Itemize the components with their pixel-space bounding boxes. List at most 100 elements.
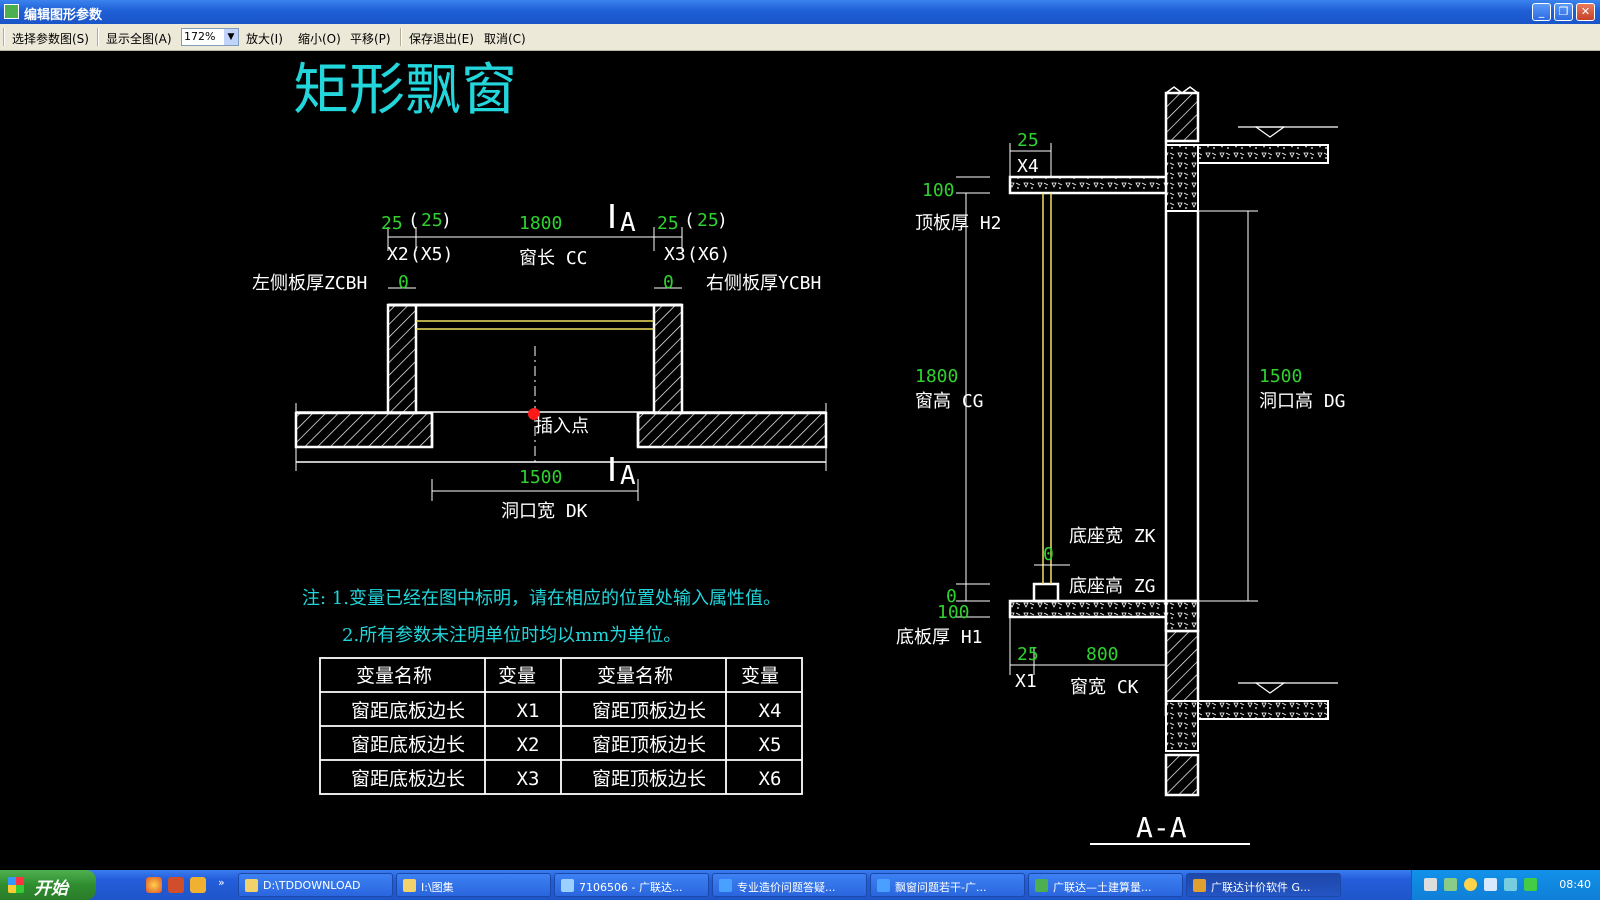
network-icon[interactable]	[1484, 878, 1497, 891]
window-height-label: 窗高 CG	[915, 391, 984, 412]
x2-value[interactable]: 25	[381, 213, 403, 234]
left-thickness-value[interactable]: 0	[398, 272, 409, 293]
table-header-var-2: 变量	[741, 665, 779, 687]
top-thickness-value[interactable]: 100	[922, 180, 955, 201]
browser-icon[interactable]	[146, 877, 162, 893]
bottom-thickness-value[interactable]: 100	[937, 602, 970, 623]
chevron-left-icon[interactable]	[1464, 878, 1477, 891]
opening-height-label: 洞口高 DG	[1259, 391, 1346, 412]
zoom-out-button[interactable]: 缩小(O)	[298, 30, 341, 47]
start-label: 开始	[34, 879, 68, 899]
task-label: 7106506 - 广联达...	[579, 881, 683, 894]
x2-label: X2	[387, 244, 409, 265]
chevron-right-icon[interactable]: »	[218, 876, 225, 889]
window-length-label: 窗长 CC	[519, 248, 588, 269]
table-cell: X4	[759, 700, 782, 722]
restore-button[interactable]: ❐	[1554, 3, 1573, 21]
x1-value[interactable]: 25	[1017, 644, 1039, 665]
table-cell: X6	[759, 768, 782, 790]
window-title: 编辑图形参数	[24, 8, 103, 23]
x4-value[interactable]: 25	[1017, 130, 1039, 151]
opening-width-value[interactable]: 1500	[519, 467, 562, 488]
window-height-value[interactable]: 1800	[915, 366, 958, 387]
x3-label: X3	[664, 244, 686, 265]
network-icon[interactable]	[1504, 878, 1517, 891]
top-thickness-label: 顶板厚 H2	[915, 213, 1002, 234]
task-label: 飘窗问题若干-广...	[895, 881, 987, 894]
folder-icon	[403, 879, 416, 892]
start-button[interactable]: 开始	[0, 870, 96, 900]
app-icon	[4, 4, 19, 19]
right-thickness-value[interactable]: 0	[663, 272, 674, 293]
task-button[interactable]: D:\TDDOWNLOAD	[238, 873, 393, 897]
zoom-select[interactable]: 172% ▼	[181, 28, 239, 46]
usb-icon[interactable]	[1444, 878, 1457, 891]
right-thickness-label: 右侧板厚YCBH	[706, 273, 821, 294]
toolbar: 选择参数图(S) 显示全图(A) 172% ▼ 放大(I) 缩小(O) 平移(P…	[0, 24, 1600, 51]
section-mark-top: A	[620, 208, 636, 238]
base-height-label: 底座高 ZG	[1069, 576, 1156, 597]
chevron-down-icon[interactable]: ▼	[224, 29, 238, 45]
zoom-value: 172%	[184, 30, 216, 43]
app-icon	[1035, 879, 1048, 892]
window-length-value[interactable]: 1800	[519, 213, 562, 234]
x5-value[interactable]: 25	[421, 210, 443, 231]
select-param-button[interactable]: 选择参数图(S)	[12, 30, 89, 47]
x3-value[interactable]: 25	[657, 213, 679, 234]
table-cell: X5	[759, 734, 782, 756]
section-view	[956, 86, 1338, 845]
table-header-name-2: 变量名称	[597, 665, 673, 687]
app-quicklaunch-icon[interactable]	[190, 877, 206, 893]
task-label: 专业造价问题答疑...	[737, 881, 836, 894]
show-all-button[interactable]: 显示全图(A)	[106, 30, 172, 47]
drawing-canvas[interactable]: 矩形飘窗 25 (25) 1800 25 (25) X2 (X5) 窗长…	[0, 51, 1600, 870]
table-header-var-1: 变量	[498, 665, 536, 687]
paren-close: )	[717, 210, 728, 231]
task-button[interactable]: 飘窗问题若干-广...	[870, 873, 1025, 897]
task-button[interactable]: 广联达计价软件 G...	[1186, 873, 1341, 897]
note-line-2: 2.所有参数未注明单位时均以mm为单位。	[342, 625, 681, 646]
table-cell: 窗距顶板边长	[592, 734, 706, 756]
opening-height-value[interactable]: 1500	[1259, 366, 1302, 387]
toolbar-separator	[97, 28, 99, 46]
x6-label: (X6)	[687, 244, 730, 265]
note-line-1: 注: 1.变量已经在图中标明，请在相应的位置处输入属性值。	[302, 588, 781, 609]
paren-open: (	[408, 210, 419, 231]
base-width-label: 底座宽 ZK	[1069, 526, 1156, 547]
opening-width-label: 洞口宽 DK	[501, 501, 588, 522]
cancel-button[interactable]: 取消(C)	[484, 30, 526, 47]
task-button[interactable]: 7106506 - 广联达...	[554, 873, 709, 897]
table-cell: 窗距顶板边长	[592, 700, 706, 722]
task-button[interactable]: 广联达—土建算量...	[1028, 873, 1183, 897]
keyboard-icon[interactable]	[1424, 878, 1437, 891]
save-exit-button[interactable]: 保存退出(E)	[409, 30, 474, 47]
task-button[interactable]: 专业造价问题答疑...	[712, 873, 867, 897]
paren-open: (	[684, 210, 695, 231]
pan-button[interactable]: 平移(P)	[350, 30, 391, 47]
task-label: I:\图集	[421, 881, 454, 894]
minimize-button[interactable]: _	[1532, 3, 1551, 21]
base-width-value[interactable]: 0	[1043, 544, 1054, 565]
table-header-name-1: 变量名称	[356, 665, 432, 687]
clock: 08:40	[1559, 878, 1591, 891]
paren-close: )	[441, 210, 452, 231]
close-button[interactable]: ✕	[1576, 3, 1595, 21]
folder-icon	[245, 879, 258, 892]
app-quicklaunch-icon[interactable]	[168, 877, 184, 893]
insert-point-label: 插入点	[535, 416, 589, 437]
task-button[interactable]: I:\图集	[396, 873, 551, 897]
zoom-in-button[interactable]: 放大(I)	[246, 30, 283, 47]
system-tray: 08:40	[1411, 870, 1600, 900]
table-cell: 窗距底板边长	[351, 768, 465, 790]
window-width-value[interactable]: 800	[1086, 644, 1119, 665]
section-mark-bottom: A	[620, 461, 636, 491]
status-icon[interactable]	[1524, 878, 1537, 891]
drawing-title: 矩形飘窗	[293, 58, 517, 123]
toolbar-grip	[3, 28, 5, 46]
section-title: A-A	[1136, 811, 1187, 844]
left-thickness-label: 左侧板厚ZCBH	[252, 273, 367, 294]
chat-icon	[561, 879, 574, 892]
taskbar: 开始 » D:\TDDOWNLOAD I:\图集 7106506 - 广联达..…	[0, 870, 1600, 900]
x6-value[interactable]: 25	[697, 210, 719, 231]
x4-label: X4	[1017, 156, 1039, 177]
